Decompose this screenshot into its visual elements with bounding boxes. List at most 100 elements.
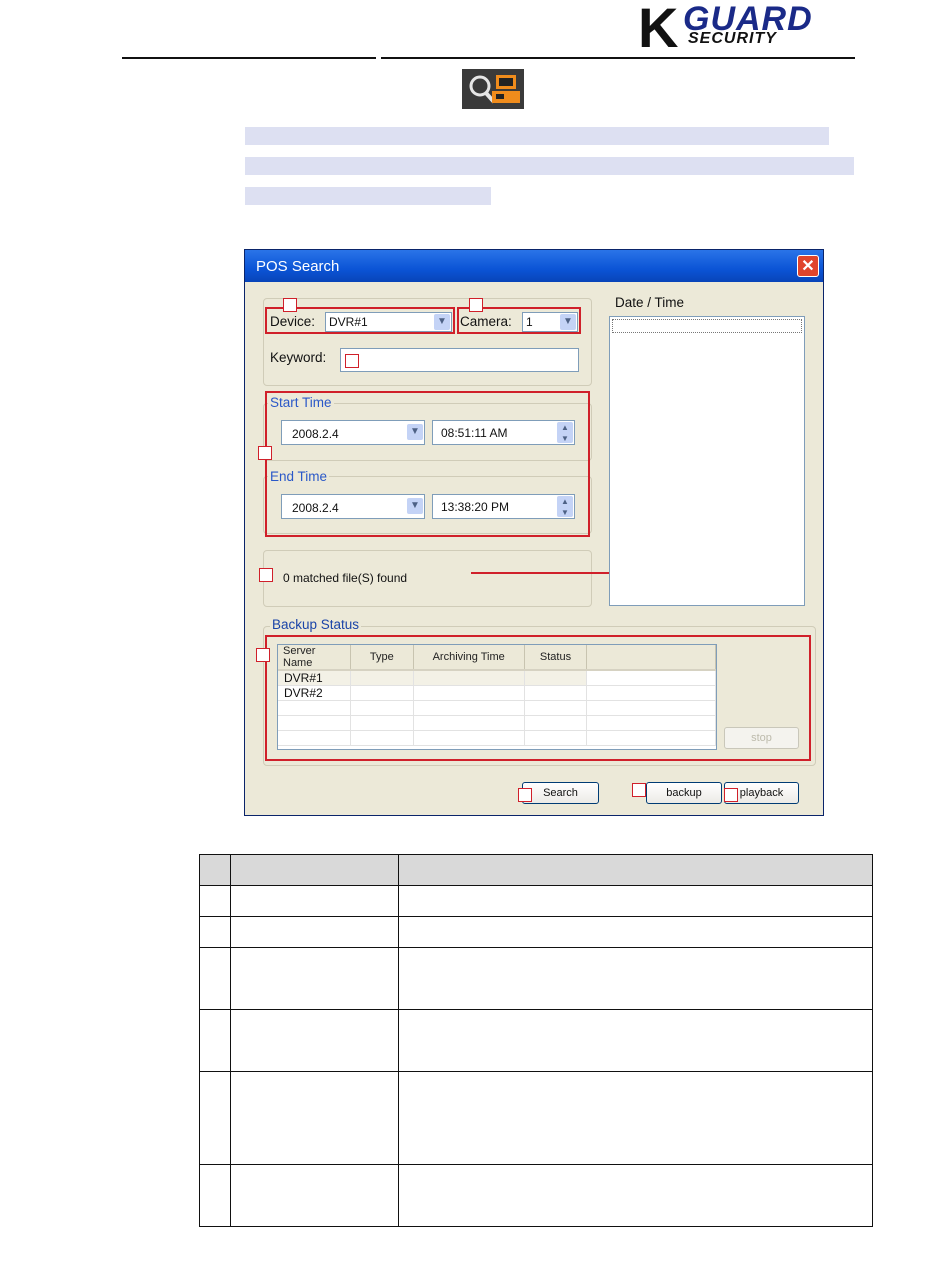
table-cell — [230, 1164, 399, 1227]
logo-security: SECURITY — [688, 30, 777, 47]
camera-select[interactable]: 1 ▼ — [522, 312, 578, 332]
table-cell — [230, 1009, 399, 1072]
table-cell — [413, 700, 525, 716]
table-cell — [199, 1071, 231, 1165]
backup-button[interactable]: backup — [646, 782, 722, 804]
table-header-row — [199, 854, 873, 886]
table-row[interactable] — [278, 700, 716, 716]
description-table — [199, 854, 873, 1227]
table-cell — [524, 730, 588, 746]
table-cell — [413, 730, 525, 746]
table-cell — [199, 1009, 231, 1072]
table-row[interactable]: DVR#1 — [278, 670, 716, 686]
keyword-label: Keyword: — [270, 350, 327, 365]
end-time-label: End Time — [268, 469, 330, 484]
header-rule-right — [381, 57, 855, 59]
table-cell — [413, 670, 525, 686]
end-date-picker[interactable]: 2008.2.4 ▼ — [281, 494, 425, 519]
table-row — [199, 916, 873, 948]
chevron-down-icon[interactable]: ▼ — [407, 424, 423, 440]
table-cell — [524, 670, 588, 686]
column-header[interactable] — [586, 645, 716, 671]
logo-k: K — [638, 0, 678, 59]
date-time-label: Date / Time — [615, 295, 685, 310]
close-icon[interactable]: ✕ — [797, 255, 819, 277]
text-highlight-line-2 — [245, 157, 854, 175]
table-cell — [524, 700, 588, 716]
table-cell — [350, 715, 414, 731]
table-cell — [398, 1009, 873, 1072]
backup-status-label: Backup Status — [270, 617, 362, 632]
start-time-label: Start Time — [268, 395, 334, 410]
spinner-arrows-icon[interactable]: ▲ ▼ — [557, 496, 573, 517]
start-time-spinner[interactable]: 08:51:11 AM ▲ ▼ — [432, 420, 575, 445]
table-row — [199, 1071, 873, 1165]
chevron-down-icon[interactable]: ▼ — [407, 498, 423, 514]
table-row — [199, 1009, 873, 1072]
table-cell — [350, 670, 414, 686]
table-cell — [199, 916, 231, 948]
end-date-value: 2008.2.4 — [292, 501, 339, 515]
callout-marker-8 — [632, 783, 646, 797]
pos-search-dialog: POS Search ✕ Device: DVR#1 ▼ Camera: 1 ▼… — [244, 249, 824, 816]
table-cell — [199, 885, 231, 917]
keyword-input[interactable] — [340, 348, 579, 372]
table-cell — [199, 947, 231, 1010]
table-cell — [278, 715, 351, 731]
table-cell — [398, 1071, 873, 1165]
callout-marker-5 — [259, 568, 273, 582]
callout-marker-3 — [345, 354, 359, 368]
table-cell — [230, 947, 399, 1010]
table-cell — [230, 854, 399, 886]
dialog-titlebar: POS Search ✕ — [245, 250, 823, 282]
start-date-picker[interactable]: 2008.2.4 ▼ — [281, 420, 425, 445]
callout-marker-7 — [518, 788, 532, 802]
list-selection — [612, 319, 802, 333]
table-cell — [350, 685, 414, 701]
column-header[interactable]: Type — [350, 645, 414, 671]
table-cell — [199, 1164, 231, 1227]
text-highlight-line-1 — [245, 127, 829, 145]
table-cell — [278, 700, 351, 716]
column-header[interactable]: Server Name — [278, 645, 351, 671]
column-header[interactable]: Archiving Time — [413, 645, 525, 671]
device-select[interactable]: DVR#1 ▼ — [325, 312, 452, 332]
spinner-arrows-icon[interactable]: ▲ ▼ — [557, 422, 573, 443]
table-cell — [586, 730, 716, 746]
table-cell — [586, 715, 716, 731]
date-time-list[interactable] — [609, 316, 805, 606]
dialog-title: POS Search — [256, 258, 340, 275]
table-cell — [350, 700, 414, 716]
chevron-down-icon[interactable]: ▼ — [560, 314, 576, 330]
pos-search-icon — [462, 69, 524, 109]
table-cell — [413, 715, 525, 731]
table-cell: DVR#2 — [278, 685, 351, 701]
table-cell — [350, 730, 414, 746]
callout-marker-1 — [283, 298, 297, 312]
search-button[interactable]: Search — [522, 782, 599, 804]
table-cell — [230, 885, 399, 917]
device-label: Device: — [270, 314, 316, 329]
end-time-spinner[interactable]: 13:38:20 PM ▲ ▼ — [432, 494, 575, 519]
table-row[interactable]: DVR#2 — [278, 685, 716, 701]
backup-status-table[interactable]: Server Name Type Archiving Time Status D… — [277, 644, 717, 750]
table-cell — [398, 854, 873, 886]
end-time-value: 13:38:20 PM — [441, 500, 510, 514]
start-time-value: 08:51:11 AM — [441, 426, 508, 440]
camera-value: 1 — [526, 315, 533, 329]
table-row[interactable] — [278, 715, 716, 731]
camera-label: Camera: — [460, 314, 512, 329]
table-cell — [398, 916, 873, 948]
text-highlight-line-3 — [245, 187, 491, 205]
stop-button[interactable]: stop — [724, 727, 799, 749]
table-cell — [586, 685, 716, 701]
callout-marker-6 — [256, 648, 270, 662]
table-cell — [230, 1071, 399, 1165]
table-cell — [586, 700, 716, 716]
table-cell: DVR#1 — [278, 670, 351, 686]
chevron-down-icon[interactable]: ▼ — [434, 314, 450, 330]
column-header[interactable]: Status — [524, 645, 588, 671]
table-row[interactable] — [278, 730, 716, 746]
table-cell — [230, 916, 399, 948]
table-row — [199, 947, 873, 1010]
